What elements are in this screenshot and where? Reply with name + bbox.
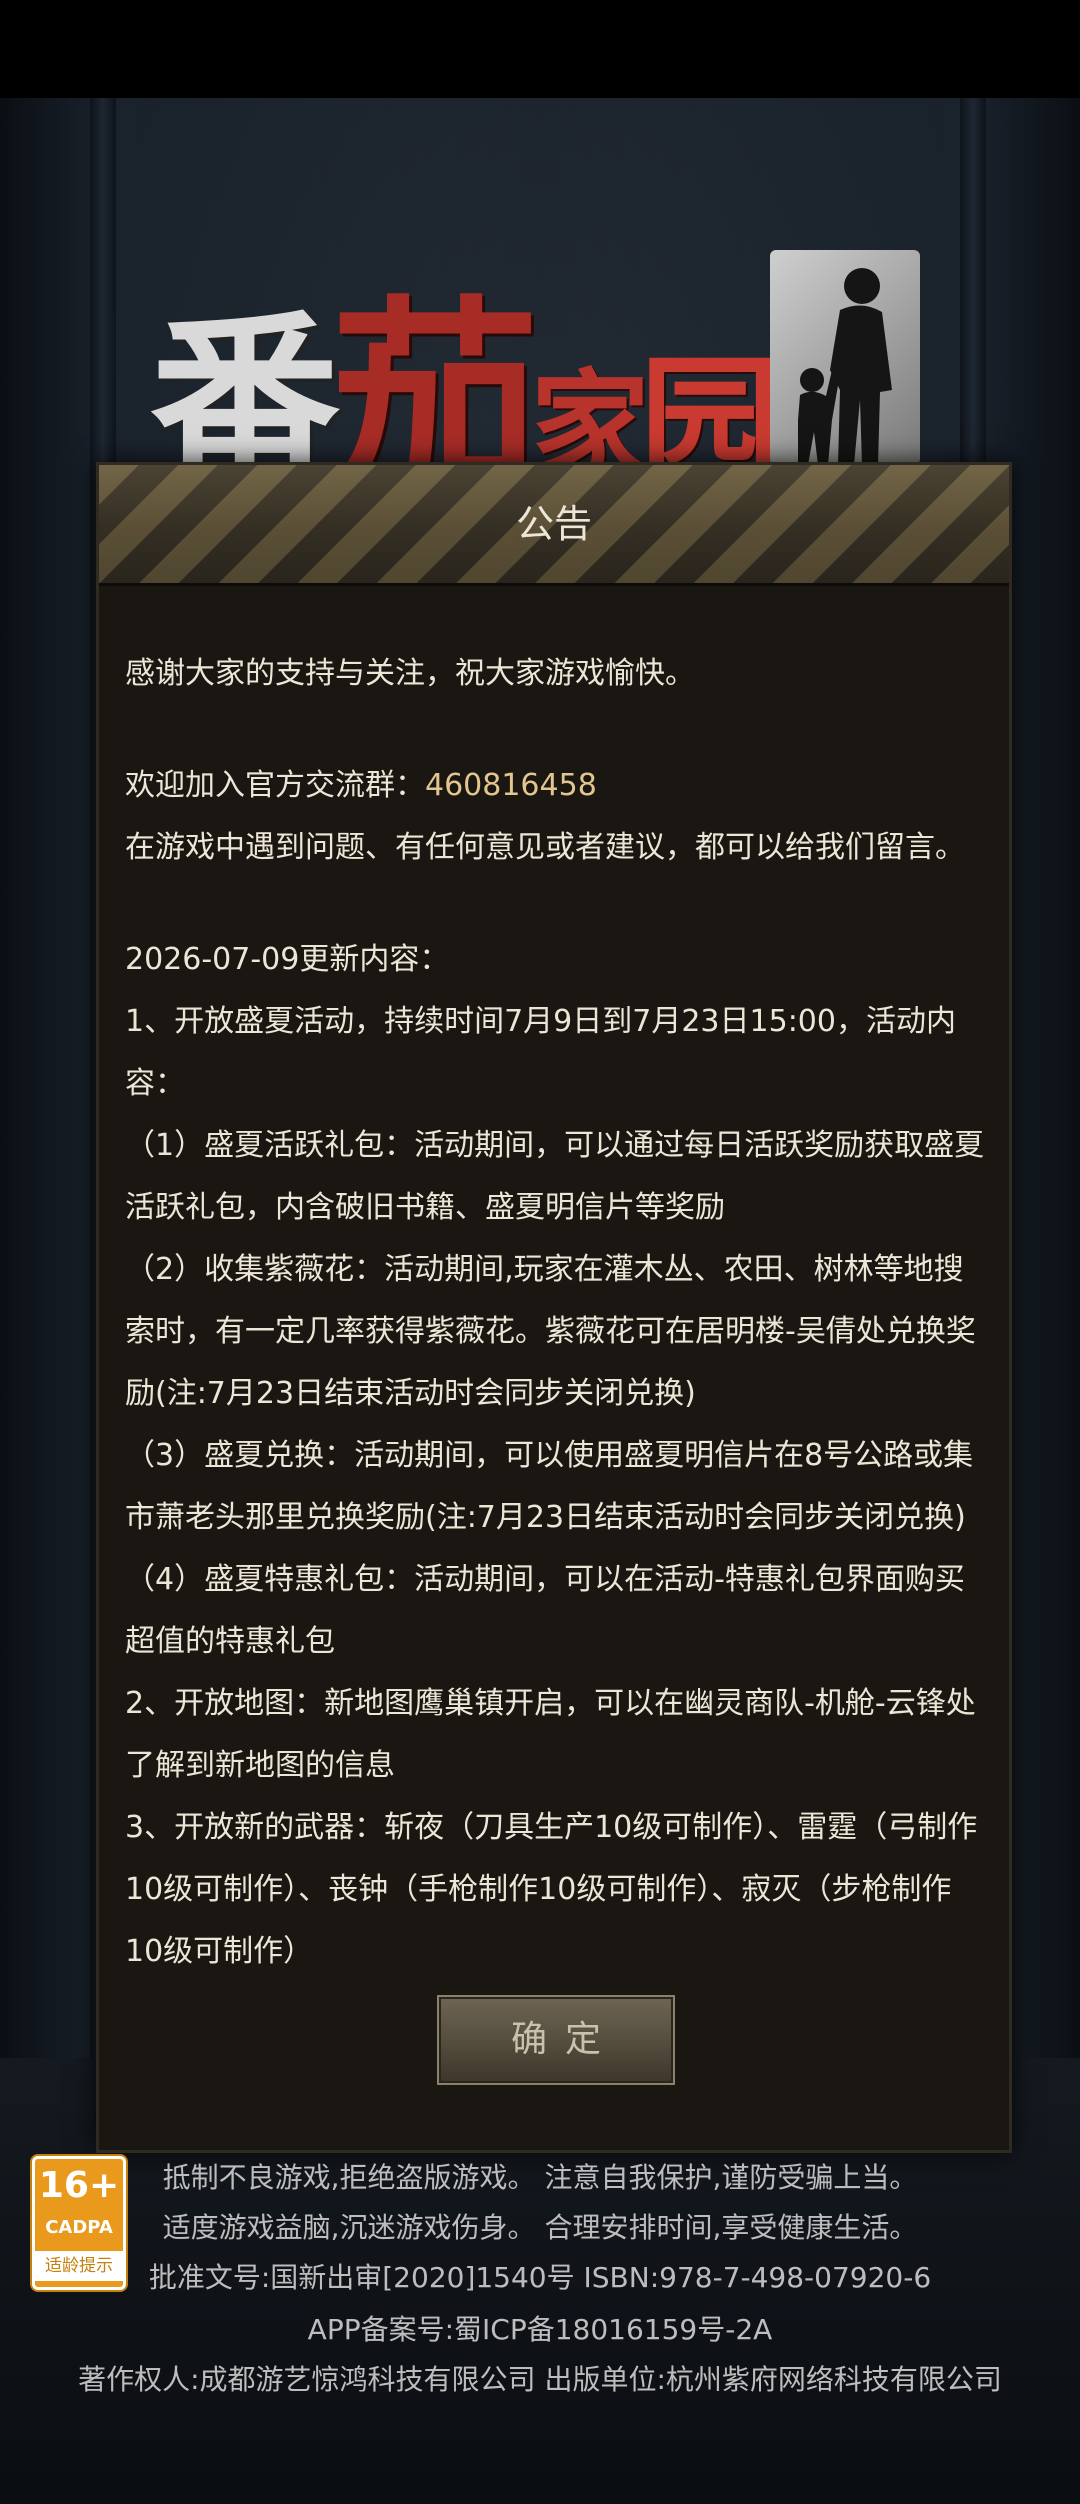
copyright-line: 著作权人:成都游艺惊鸿科技有限公司 出版单位:杭州紫府网络科技有限公司 — [78, 2363, 1002, 2396]
feedback-text: 在游戏中遇到问题、有任何意见或者建议，都可以给我们留言。 — [125, 830, 965, 865]
game-logo: 番 茄 家 园 — [150, 240, 930, 523]
approval-number: 批准文号:国新出审[2020]1540号 ISBN:978-7-498-0792… — [148, 2261, 932, 2294]
announcement-content[interactable]: 感谢大家的支持与关注，祝大家游戏愉快。 欢迎加入官方交流群：460816458 … — [125, 643, 985, 1983]
update-item: 2、开放地图：新地图鹰巢镇开启，可以在幽灵商队-机舱-云锋处了解到新地图的信息 — [125, 1686, 976, 1783]
update-item: 1、开放盛夏活动，持续时间7月9日到7月23日15:00，活动内容： — [125, 1004, 956, 1101]
announcement-dialog: 公告 感谢大家的支持与关注，祝大家游戏愉快。 欢迎加入官方交流群：4608164… — [96, 462, 1012, 2153]
update-item: 3、开放新的武器：斩夜（刀具生产10级可制作）、雷霆（弓制作10级可制作）、丧钟… — [125, 1810, 978, 1969]
update-header: 2026-07-09更新内容： — [125, 942, 450, 977]
qq-group-line: 欢迎加入官方交流群：460816458 — [125, 755, 985, 817]
dialog-title: 公告 — [515, 502, 592, 546]
status-bar — [0, 0, 1080, 98]
father-child-silhouette-icon — [770, 250, 920, 465]
update-subitem: （1）盛夏活跃礼包：活动期间，可以通过每日活跃奖励获取盛夏活跃礼包，内含破旧书籍… — [125, 1128, 985, 1225]
update-subitem: （3）盛夏兑换：活动期间，可以使用盛夏明信片在8号公路或集市萧老头那里兑换奖励(… — [125, 1438, 974, 1535]
health-notice-line: 抵制不良游戏,拒绝盗版游戏。 注意自我保护,谨防受骗上当。 — [162, 2161, 918, 2194]
icp-number: APP备案号:蜀ICP备18016159号-2A — [307, 2313, 773, 2346]
health-notice-line: 适度游戏益脑,沉迷游戏伤身。 合理安排时间,享受健康生活。 — [162, 2211, 918, 2244]
qq-group-number[interactable]: 460816458 — [425, 768, 597, 803]
footer-notice: 16+ CADPA 适龄提示 抵制不良游戏,拒绝盗版游戏。 注意自我保护,谨防受… — [0, 2146, 1080, 2404]
qq-group-label: 欢迎加入官方交流群： — [125, 768, 425, 803]
confirm-button[interactable]: 确定 — [437, 1995, 675, 2085]
thanks-text: 感谢大家的支持与关注，祝大家游戏愉快。 — [125, 656, 695, 691]
update-subitem: （4）盛夏特惠礼包：活动期间，可以在活动-特惠礼包界面购买超值的特惠礼包 — [125, 1562, 965, 1659]
dialog-header: 公告 — [99, 465, 1009, 586]
update-subitem: （2）收集紫薇花：活动期间,玩家在灌木丛、农田、树林等地搜索时，有一定几率获得紫… — [125, 1252, 976, 1411]
